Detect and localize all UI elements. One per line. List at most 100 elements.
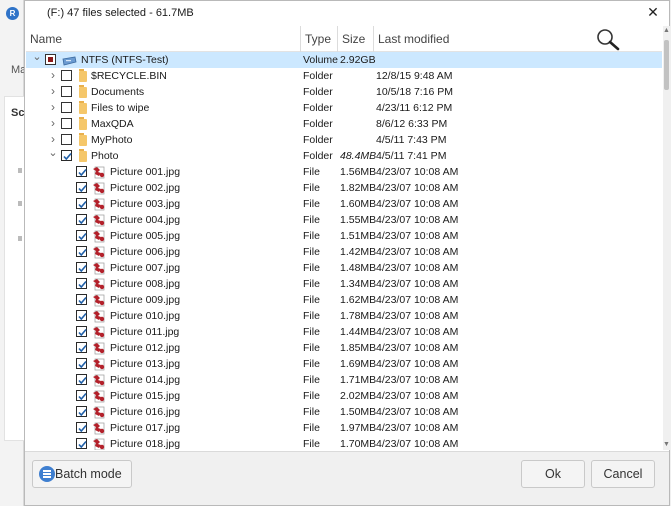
row-checkbox[interactable] [76,406,87,417]
tree-row[interactable]: Picture 003.jpg File 1.60MB 4/23/07 10:08 A… [26,196,662,212]
row-checkbox[interactable] [45,54,56,65]
row-checkbox[interactable] [61,150,72,161]
ok-button[interactable]: Ok [521,460,585,488]
search-icon[interactable] [593,26,623,52]
row-checkbox[interactable] [76,438,87,449]
image-file-icon [92,357,106,371]
tree-row[interactable]: Picture 011.jpg File 1.44MB 4/23/07 10:08 A… [26,324,662,340]
folder-icon [79,101,87,114]
cancel-label: Cancel [603,467,643,481]
chevron-right-icon[interactable]: › [48,68,58,84]
tree-row[interactable]: Picture 010.jpg File 1.78MB 4/23/07 10:08 A… [26,308,662,324]
row-checkbox[interactable] [76,390,87,401]
row-checkbox[interactable] [76,358,87,369]
scroll-up-arrow-icon[interactable]: ▲ [663,26,670,36]
tree-row[interactable]: ⌄ NTFS (NTFS-Test) Volume 2.92GB [26,52,662,68]
row-name: Files to wipe [91,102,150,114]
cancel-button[interactable]: Cancel [591,460,655,488]
row-checkbox[interactable] [76,230,87,241]
row-checkbox[interactable] [76,182,87,193]
row-checkbox[interactable] [61,102,72,113]
column-header-type[interactable]: Type [301,26,338,52]
vertical-scrollbar[interactable]: ▲ ▼ [663,26,670,450]
tree-row[interactable]: › $RECYCLE.BIN Folder 12/8/15 9:48 AM [26,68,662,84]
tree-row[interactable]: Picture 001.jpg File 1.56MB 4/23/07 10:08 A… [26,164,662,180]
tree-row[interactable]: Picture 007.jpg File 1.48MB 4/23/07 10:08 A… [26,260,662,276]
tree-row[interactable]: Picture 009.jpg File 1.62MB 4/23/07 10:08 A… [26,292,662,308]
image-file-icon [92,405,106,419]
tree-row[interactable]: ⌄ Photo Folder 48.4MB 4/5/11 7:41 PM [26,148,662,164]
row-checkbox[interactable] [61,86,72,97]
tree-row[interactable]: Picture 005.jpg File 1.51MB 4/23/07 10:08 A… [26,228,662,244]
row-size: 1.50MB [340,406,377,418]
background-partial-heading: Sc [11,107,25,119]
row-modified: 4/23/07 10:08 AM [376,422,459,434]
row-name: Documents [91,86,145,98]
row-size: 48.4MB [340,150,377,162]
row-checkbox[interactable] [76,278,87,289]
chevron-right-icon[interactable]: › [48,100,58,116]
row-checkbox[interactable] [76,294,87,305]
row-checkbox[interactable] [76,342,87,353]
row-checkbox[interactable] [76,246,87,257]
chevron-right-icon[interactable]: › [48,132,58,148]
tree-row[interactable]: Picture 012.jpg File 1.85MB 4/23/07 10:08 A… [26,340,662,356]
row-checkbox[interactable] [76,310,87,321]
tree-row[interactable]: Picture 014.jpg File 1.71MB 4/23/07 10:08 A… [26,372,662,388]
tree-row[interactable]: Picture 015.jpg File 2.02MB 4/23/07 10:08 A… [26,388,662,404]
image-file-icon [92,165,106,179]
row-checkbox[interactable] [61,118,72,129]
chevron-right-icon[interactable]: › [48,116,58,132]
tree-row[interactable]: Picture 002.jpg File 1.82MB 4/23/07 10:08 A… [26,180,662,196]
tree-row[interactable]: Picture 013.jpg File 1.69MB 4/23/07 10:08 A… [26,356,662,372]
chevron-right-icon[interactable]: › [48,84,58,100]
image-file-icon [92,181,106,195]
background-marker [18,168,22,173]
tree-row[interactable]: Picture 006.jpg File 1.42MB 4/23/07 10:08 A… [26,244,662,260]
tree-row[interactable]: Picture 008.jpg File 1.34MB 4/23/07 10:08 A… [26,276,662,292]
row-modified: 4/23/07 10:08 AM [376,246,459,258]
row-name: Picture 017.jpg [110,422,181,434]
row-name: Picture 016.jpg [110,406,181,418]
row-checkbox[interactable] [76,262,87,273]
scroll-down-arrow-icon[interactable]: ▼ [663,440,670,450]
column-header: Name Type Size Last modified [26,26,662,52]
row-checkbox[interactable] [76,422,87,433]
row-size: 1.51MB [340,230,377,242]
row-size: 2.02MB [340,390,377,402]
image-file-icon [92,309,106,323]
background-panel [4,96,26,441]
tree-row[interactable]: Picture 004.jpg File 1.55MB 4/23/07 10:08 A… [26,212,662,228]
tree-row[interactable]: Picture 018.jpg File 1.70MB 4/23/07 10:08 A… [26,436,662,450]
row-checkbox[interactable] [76,326,87,337]
row-checkbox[interactable] [76,198,87,209]
row-type: File [303,406,320,418]
image-file-icon [92,277,106,291]
tree-row[interactable]: › MaxQDA Folder 8/6/12 6:33 PM [26,116,662,132]
tree-row[interactable]: › Files to wipe Folder 4/23/11 6:12 PM [26,100,662,116]
batch-mode-button[interactable]: Batch mode [32,460,132,488]
file-tree-list[interactable]: Name Type Size Last modified ⌄ NTFS (NTFS… [26,26,662,450]
row-checkbox[interactable] [61,134,72,145]
tree-row[interactable]: › Documents Folder 10/5/18 7:16 PM [26,84,662,100]
image-file-icon [92,421,106,435]
row-name: MyPhoto [91,134,133,146]
chevron-down-icon[interactable]: ⌄ [48,148,58,164]
close-icon[interactable]: ✕ [644,3,662,21]
row-checkbox[interactable] [76,214,87,225]
row-checkbox[interactable] [76,166,87,177]
row-checkbox[interactable] [61,70,72,81]
row-type: File [303,262,320,274]
tree-row[interactable]: Picture 016.jpg File 1.50MB 4/23/07 10:08 A… [26,404,662,420]
tree-row[interactable]: › MyPhoto Folder 4/5/11 7:43 PM [26,132,662,148]
row-checkbox[interactable] [76,374,87,385]
image-file-icon [92,373,106,387]
tree-row[interactable]: Picture 017.jpg File 1.97MB 4/23/07 10:08 A… [26,420,662,436]
dialog-title: (F:) 47 files selected - 61.7MB [47,7,194,19]
chevron-down-icon[interactable]: ⌄ [32,52,42,68]
column-header-name[interactable]: Name [26,26,301,52]
row-type: File [303,246,320,258]
scroll-thumb[interactable] [664,40,669,90]
image-file-icon [92,293,106,307]
column-header-size[interactable]: Size [338,26,374,52]
